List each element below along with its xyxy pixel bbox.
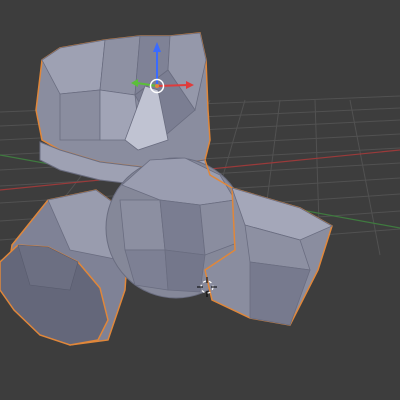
3d-viewport[interactable] [0, 0, 400, 400]
viewport-canvas[interactable] [0, 0, 400, 400]
x-axis-arrow[interactable] [156, 84, 189, 87]
origin-dot-icon [155, 84, 159, 88]
